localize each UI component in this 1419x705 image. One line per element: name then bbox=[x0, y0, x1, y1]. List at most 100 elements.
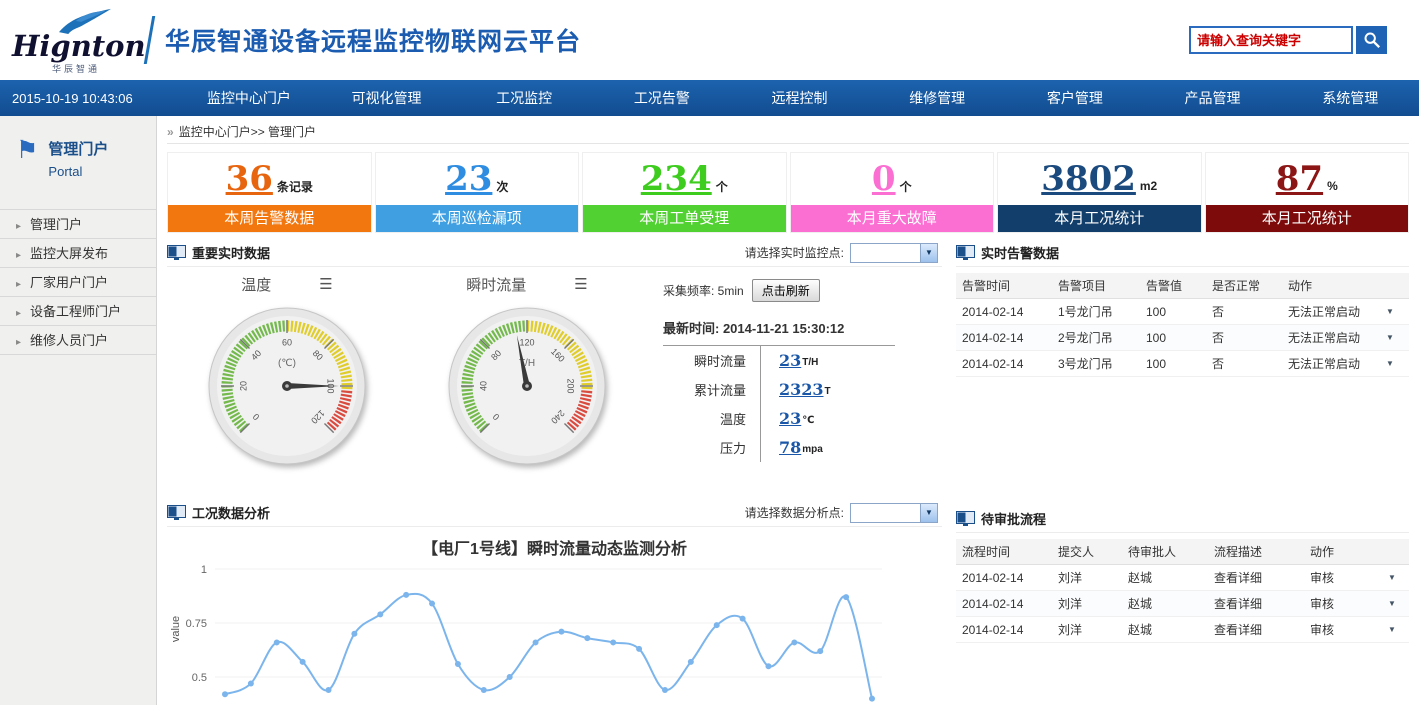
stat-label[interactable]: 本周工单受理 bbox=[583, 205, 786, 232]
reading-value[interactable]: 23 bbox=[779, 351, 801, 370]
stat-value[interactable]: 0 bbox=[872, 162, 896, 196]
sidebar-item-1[interactable]: ▸管理门户 bbox=[0, 209, 156, 238]
table-cell: 无法正常启动 bbox=[1282, 303, 1382, 320]
flow-line-chart: value0.50.751 bbox=[167, 559, 897, 705]
column-header: 告警项目 bbox=[1052, 277, 1140, 294]
stat-card-2: 23次本周巡检漏项 bbox=[375, 152, 580, 233]
table-cell: 刘洋 bbox=[1052, 621, 1122, 638]
section-analysis-header: 工况数据分析 请选择数据分析点: ▼ bbox=[167, 499, 942, 527]
svg-text:0.5: 0.5 bbox=[192, 672, 207, 684]
row-scroll-down-icon[interactable]: ▼ bbox=[1382, 307, 1398, 316]
sidebar-item-2[interactable]: ▸监控大屏发布 bbox=[0, 238, 156, 267]
analysis-point-select-label: 请选择数据分析点: bbox=[745, 504, 844, 521]
row-scroll-down-icon[interactable]: ▼ bbox=[1384, 573, 1400, 582]
nav-item-8[interactable]: 产品管理 bbox=[1144, 88, 1282, 108]
monitor-point-select[interactable]: ▼ bbox=[850, 243, 938, 263]
table-row: 2014-02-14刘洋赵城查看详细审核▼ bbox=[956, 565, 1409, 591]
table-cell: 2014-02-14 bbox=[956, 305, 1052, 319]
table-cell: 2014-02-14 bbox=[956, 357, 1052, 371]
stat-value[interactable]: 87 bbox=[1276, 162, 1323, 196]
row-scroll-down-icon[interactable]: ▼ bbox=[1382, 359, 1398, 368]
gauge-title: 瞬时流量 bbox=[466, 274, 526, 295]
approvals-table: 流程时间提交人待审批人流程描述动作2014-02-14刘洋赵城查看详细审核▼20… bbox=[956, 539, 1409, 643]
reading-row: 累计流量2323T bbox=[663, 375, 895, 404]
reading-value[interactable]: 78 bbox=[779, 438, 801, 457]
stat-label[interactable]: 本月工况统计 bbox=[1206, 205, 1409, 232]
column-header: 动作 bbox=[1304, 543, 1384, 560]
nav-item-3[interactable]: 工况监控 bbox=[455, 88, 593, 108]
refresh-button[interactable]: 点击刷新 bbox=[752, 279, 820, 302]
latest-time-label: 最新时间: 2014-11-21 15:30:12 bbox=[663, 318, 913, 337]
table-cell: 审核 bbox=[1304, 569, 1384, 586]
table-row: 2014-02-142号龙门吊100否无法正常启动▼ bbox=[956, 325, 1409, 351]
stat-card-3: 234个本周工单受理 bbox=[582, 152, 787, 233]
sidebar-item-4[interactable]: ▸设备工程师门户 bbox=[0, 296, 156, 325]
nav-item-7[interactable]: 客户管理 bbox=[1006, 88, 1144, 108]
sample-frequency-label: 采集频率: 5min bbox=[663, 282, 744, 299]
gauge-dial: 020406080100120(℃) bbox=[202, 301, 372, 471]
reading-unit: ℃ bbox=[802, 415, 814, 426]
analysis-point-select[interactable]: ▼ bbox=[850, 503, 938, 523]
reading-value[interactable]: 2323 bbox=[779, 380, 824, 399]
nav-item-5[interactable]: 远程控制 bbox=[731, 88, 869, 108]
stat-value[interactable]: 3802 bbox=[1041, 162, 1136, 196]
table-cell: 100 bbox=[1140, 305, 1206, 319]
portal-subtitle: Portal bbox=[48, 164, 108, 179]
row-scroll-down-icon[interactable]: ▼ bbox=[1384, 599, 1400, 608]
stat-label[interactable]: 本周告警数据 bbox=[168, 205, 371, 232]
search-button[interactable] bbox=[1356, 26, 1387, 54]
stat-cards-row: 36条记录本周告警数据23次本周巡检漏项234个本周工单受理0个本月重大故障38… bbox=[167, 152, 1409, 233]
stat-unit: % bbox=[1327, 179, 1338, 193]
gauge-card-1: 温度☰020406080100120(℃) bbox=[167, 271, 407, 499]
monitor-point-select-label: 请选择实时监控点: bbox=[745, 244, 844, 261]
nav-item-2[interactable]: 可视化管理 bbox=[318, 88, 456, 108]
gauge-menu-icon[interactable]: ☰ bbox=[574, 277, 587, 292]
table-cell: 刘洋 bbox=[1052, 569, 1122, 586]
breadcrumb[interactable]: »监控中心门户>> 管理门户 bbox=[167, 120, 1409, 144]
table-cell: 赵城 bbox=[1122, 621, 1208, 638]
nav-item-9[interactable]: 系统管理 bbox=[1281, 88, 1419, 108]
bird-logo-icon bbox=[56, 8, 114, 34]
sidebar-item-5[interactable]: ▸维修人员门户 bbox=[0, 325, 156, 354]
breadcrumb-icon: » bbox=[167, 125, 174, 139]
section-approvals-header: 待审批流程 bbox=[956, 505, 1409, 533]
stat-value[interactable]: 36 bbox=[226, 162, 273, 196]
readings-table: 瞬时流量23T/H累计流量2323T温度23℃压力78mpa bbox=[663, 345, 895, 462]
stat-label[interactable]: 本月工况统计 bbox=[998, 205, 1201, 232]
stat-value[interactable]: 23 bbox=[445, 162, 492, 196]
table-cell: 审核 bbox=[1304, 595, 1384, 612]
nav-item-6[interactable]: 维修管理 bbox=[868, 88, 1006, 108]
gauge-menu-icon[interactable]: ☰ bbox=[319, 277, 332, 292]
reading-value[interactable]: 23 bbox=[779, 409, 801, 428]
row-scroll-down-icon[interactable]: ▼ bbox=[1384, 625, 1400, 634]
table-cell: 3号龙门吊 bbox=[1052, 355, 1140, 372]
table-cell: 1号龙门吊 bbox=[1052, 303, 1140, 320]
section-alarms-header: 实时告警数据 bbox=[956, 239, 1409, 267]
column-header: 动作 bbox=[1282, 277, 1382, 294]
stat-label[interactable]: 本周巡检漏项 bbox=[376, 205, 579, 232]
table-row: 2014-02-14刘洋赵城查看详细审核▼ bbox=[956, 617, 1409, 643]
sidebar-menu: ▸管理门户▸监控大屏发布▸厂家用户门户▸设备工程师门户▸维修人员门户 bbox=[0, 209, 156, 355]
column-header: 流程时间 bbox=[956, 543, 1052, 560]
reading-row: 压力78mpa bbox=[663, 433, 895, 462]
search-input[interactable] bbox=[1189, 26, 1353, 54]
svg-text:20: 20 bbox=[238, 381, 248, 391]
svg-text:(℃): (℃) bbox=[278, 358, 296, 369]
row-scroll-down-icon[interactable]: ▼ bbox=[1382, 333, 1398, 342]
stat-label[interactable]: 本月重大故障 bbox=[791, 205, 994, 232]
table-cell: 2014-02-14 bbox=[956, 571, 1052, 585]
table-cell: 查看详细 bbox=[1208, 595, 1304, 612]
logo: Hignton 华辰智通 bbox=[12, 6, 140, 75]
logo-subtext: 华辰智通 bbox=[12, 62, 140, 75]
sidebar: ⚑ 管理门户 Portal ▸管理门户▸监控大屏发布▸厂家用户门户▸设备工程师门… bbox=[0, 116, 157, 705]
table-header-row: 告警时间告警项目告警值是否正常动作 bbox=[956, 273, 1409, 299]
reading-row: 瞬时流量23T/H bbox=[663, 346, 895, 375]
stat-card-6: 87% 本月工况统计 bbox=[1205, 152, 1410, 233]
nav-item-1[interactable]: 监控中心门户 bbox=[180, 88, 318, 108]
sidebar-item-3[interactable]: ▸厂家用户门户 bbox=[0, 267, 156, 296]
stat-value[interactable]: 234 bbox=[641, 162, 712, 196]
svg-text:0.75: 0.75 bbox=[186, 618, 207, 630]
arrow-right-icon: ▸ bbox=[16, 308, 21, 319]
nav-item-4[interactable]: 工况告警 bbox=[593, 88, 731, 108]
table-cell: 查看详细 bbox=[1208, 621, 1304, 638]
